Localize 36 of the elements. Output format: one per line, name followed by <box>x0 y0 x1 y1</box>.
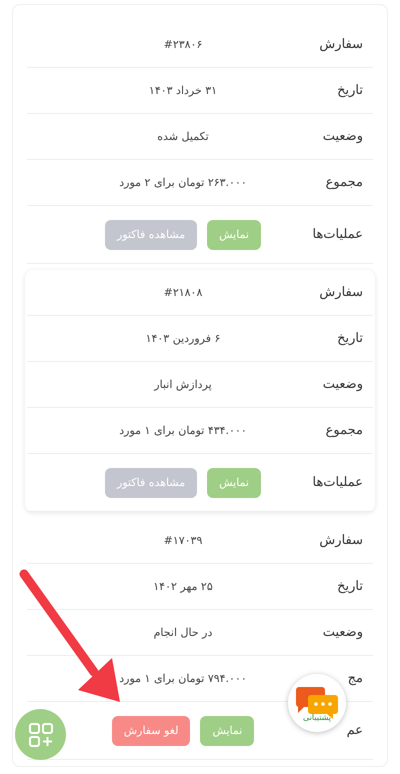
apps-add-button[interactable] <box>15 709 66 760</box>
show-button[interactable]: نمایش <box>207 468 261 498</box>
field-value: #۲۳۸۰۶ <box>162 38 204 51</box>
field-value: تکمیل شده <box>156 130 210 143</box>
field-value: ۲۵ مهر ۱۴۰۲ <box>152 580 214 593</box>
field-label: عملیات‌ها <box>311 227 364 242</box>
invoice-button[interactable]: مشاهده فاکتور <box>105 468 198 498</box>
field-value: #۱۷۰۳۹ <box>162 534 204 547</box>
support-button[interactable]: پشتیبانی <box>288 674 346 732</box>
field-value: ۶ فروردین ۱۴۰۳ <box>144 332 222 345</box>
field-label: وضعیت <box>322 129 364 144</box>
field-value: #۲۱۸۰۸ <box>162 286 204 299</box>
field-label: مجموع <box>324 175 364 190</box>
field-label: سفارش <box>318 285 364 300</box>
field-label: عم <box>346 723 364 738</box>
field-label: عملیات‌ها <box>311 475 364 490</box>
field-label: وضعیت <box>322 625 364 640</box>
field-value: ۲۶۳.۰۰۰ تومان برای ۲ مورد <box>118 176 248 189</box>
field-label: مج <box>346 671 364 686</box>
cancel-order-button[interactable]: لغو سفارش <box>112 716 190 746</box>
field-label: وضعیت <box>322 377 364 392</box>
field-label: تاریخ <box>336 331 364 346</box>
field-value: ۷۹۴.۰۰۰ تومان برای ۱ مورد <box>118 672 248 685</box>
invoice-button[interactable]: مشاهده فاکتور <box>105 220 198 250</box>
field-value: ۴۳۴.۰۰۰ تومان برای ۱ مورد <box>118 424 248 437</box>
field-label: سفارش <box>318 533 364 548</box>
field-label: مجموع <box>324 423 364 438</box>
field-label: تاریخ <box>336 83 364 98</box>
show-button[interactable]: نمایش <box>207 220 261 250</box>
field-label: تاریخ <box>336 579 364 594</box>
field-label: سفارش <box>318 37 364 52</box>
grid-plus-icon <box>28 722 54 748</box>
field-value: در حال انجام <box>152 626 214 639</box>
field-value: ۳۱ خرداد ۱۴۰۳ <box>148 84 218 97</box>
show-button[interactable]: نمایش <box>200 716 254 746</box>
field-value: پردازش انبار <box>152 378 213 391</box>
